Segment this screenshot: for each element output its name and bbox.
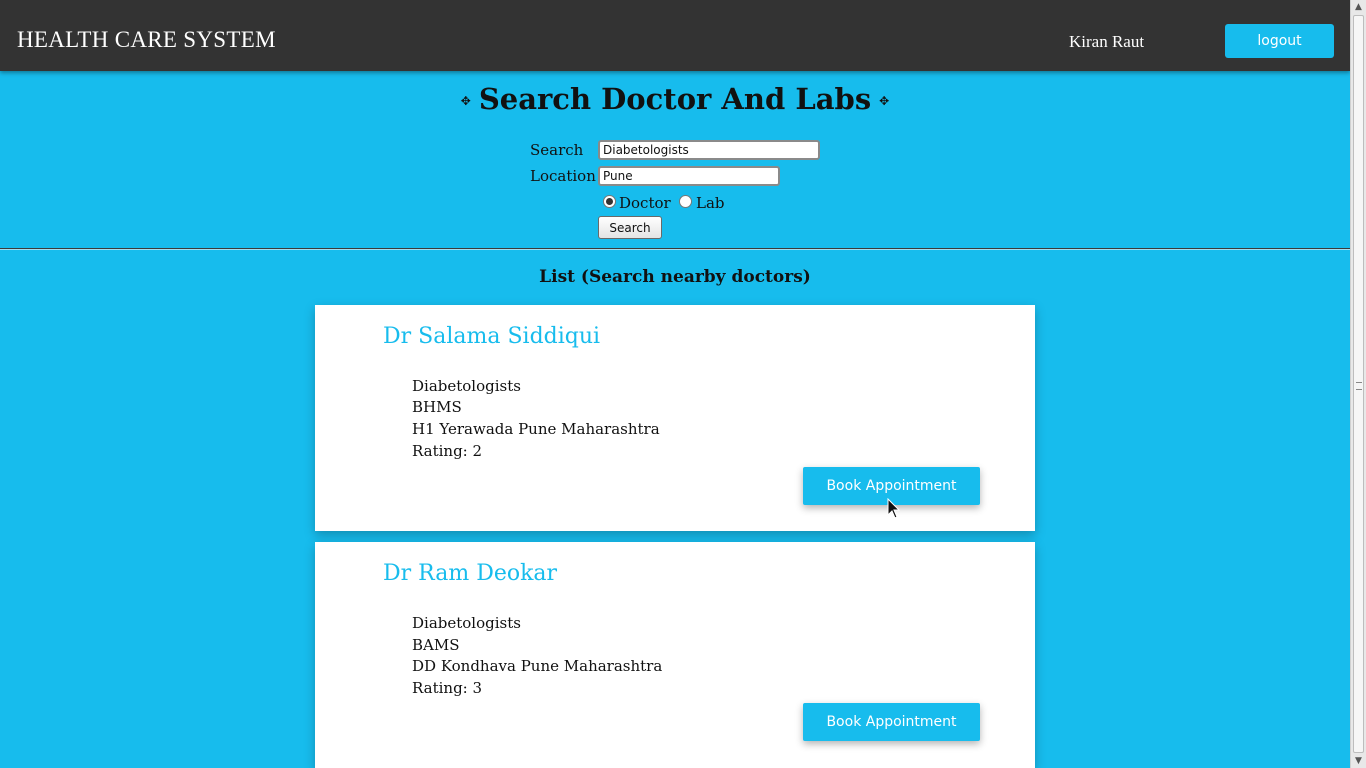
book-appointment-button[interactable]: Book Appointment — [803, 703, 980, 741]
doctor-name: Dr Salama Siddiqui — [383, 324, 601, 349]
doctor-card: Dr Salama Siddiqui Diabetologists BHMS H… — [315, 305, 1035, 531]
divider — [0, 248, 1350, 250]
doctor-specialty: Diabetologists — [412, 614, 521, 632]
scroll-up-arrow-icon[interactable]: ▲ — [1351, 0, 1366, 14]
ornament-icon: ✥ — [460, 94, 471, 108]
search-label: Search — [530, 141, 584, 159]
doctor-address: DD Kondhava Pune Maharashtra — [412, 657, 663, 675]
search-input[interactable] — [598, 140, 820, 160]
location-input[interactable] — [598, 166, 780, 186]
top-navbar: HEALTH CARE SYSTEM Kiran Raut logout — [0, 0, 1350, 71]
scrollbar-thumb[interactable] — [1353, 15, 1364, 753]
scroll-down-arrow-icon[interactable]: ▼ — [1351, 754, 1366, 768]
doctor-card: Dr Ram Deokar Diabetologists BAMS DD Kon… — [315, 542, 1035, 768]
doctor-radio-label: Doctor — [619, 194, 671, 212]
app-brand: HEALTH CARE SYSTEM — [17, 27, 276, 52]
doctor-rating: Rating: 3 — [412, 679, 483, 697]
doctor-radio[interactable] — [603, 195, 616, 208]
lab-radio[interactable] — [679, 195, 692, 208]
results-heading: List (Search nearby doctors) — [539, 267, 811, 287]
grip-icon — [1356, 382, 1362, 390]
doctor-rating: Rating: 2 — [412, 442, 483, 460]
vertical-scrollbar[interactable]: ▲ ▼ — [1350, 0, 1366, 768]
page-title: ✥ Search Doctor And Labs ✥ — [0, 82, 1350, 116]
search-button[interactable]: Search — [598, 216, 662, 239]
doctor-specialty: Diabetologists — [412, 377, 521, 395]
doctor-degree: BAMS — [412, 636, 460, 654]
location-label: Location — [530, 167, 596, 185]
doctor-name: Dr Ram Deokar — [383, 561, 558, 586]
lab-radio-label: Lab — [696, 194, 725, 212]
doctor-address: H1 Yerawada Pune Maharashtra — [412, 420, 660, 438]
mouse-cursor-icon — [887, 498, 901, 519]
doctor-degree: BHMS — [412, 398, 462, 416]
page-title-text: Search Doctor And Labs — [478, 82, 872, 116]
logout-button[interactable]: logout — [1225, 24, 1334, 58]
user-name: Kiran Raut — [1069, 32, 1145, 51]
ornament-icon: ✥ — [879, 94, 890, 108]
